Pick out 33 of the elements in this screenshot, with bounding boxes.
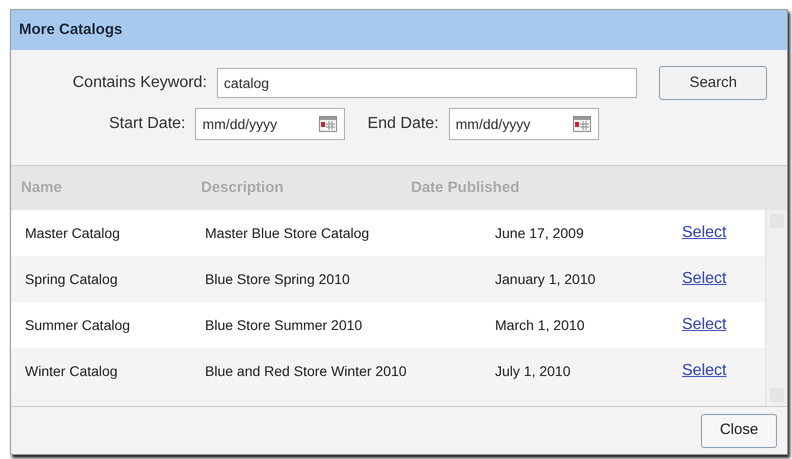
calendar-icon[interactable] xyxy=(319,116,338,132)
keyword-field[interactable]: catalog xyxy=(216,68,638,98)
table-cell-text: March 1, 2010 xyxy=(495,316,586,334)
calendar-icon[interactable] xyxy=(572,116,591,132)
close-button[interactable]: Close xyxy=(701,414,777,448)
table-cell-text: Winter Catalog xyxy=(25,362,119,381)
table-row[interactable]: Summer Catalog Blue Store Summer 2010 March 1, 2010 Select xyxy=(11,302,765,348)
column-header: Name xyxy=(21,178,63,198)
select-link[interactable]: Select xyxy=(682,359,726,383)
table-cell-text: June 17, 2009 xyxy=(495,224,585,242)
table-row[interactable]: Master Catalog Master Blue Store Catalog June 17, 2009 Select xyxy=(11,210,765,256)
table-cell-text: Master Catalog xyxy=(25,224,121,243)
column-header: Description xyxy=(201,178,285,198)
column-header: Date Published xyxy=(411,178,520,198)
table-cell-text: Spring Catalog xyxy=(25,270,119,289)
start-date-field[interactable]: mm/dd/yyyy xyxy=(195,108,346,140)
field-label: Start Date: xyxy=(109,114,186,134)
select-link[interactable]: Select xyxy=(682,313,726,337)
end-date-field[interactable]: mm/dd/yyyy xyxy=(448,108,599,140)
select-link[interactable]: Select xyxy=(682,221,726,245)
scrollbar[interactable] xyxy=(765,210,787,406)
window-title: More Catalogs xyxy=(19,20,122,40)
table-cell-text: January 1, 2010 xyxy=(495,270,596,289)
table-cell-text: Master Blue Store Catalog xyxy=(205,224,370,243)
table-cell-text: Blue and Red Store Winter 2010 xyxy=(205,362,408,380)
field-label: Contains Keyword: xyxy=(72,73,207,93)
field-label: End Date: xyxy=(367,114,439,134)
table-cell-text: Summer Catalog xyxy=(25,316,132,335)
select-link[interactable]: Select xyxy=(682,267,726,291)
table-cell-text: July 1, 2010 xyxy=(495,362,572,381)
search-button[interactable]: Search xyxy=(659,66,767,100)
table-cell-text: Blue Store Spring 2010 xyxy=(205,270,351,289)
table-cell-text: Blue Store Summer 2010 xyxy=(205,316,364,334)
